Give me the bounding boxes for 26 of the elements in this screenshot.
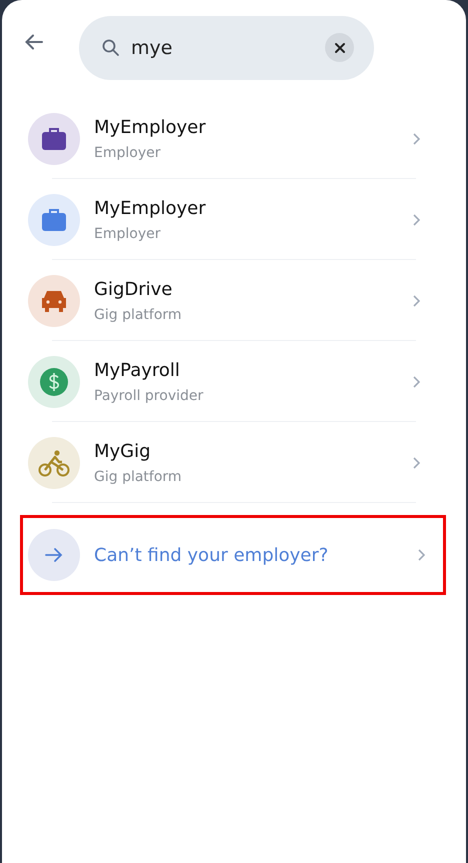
search-field[interactable]: mye: [79, 16, 374, 80]
result-row[interactable]: MyPayroll Payroll provider: [28, 341, 466, 422]
employer-type: Payroll provider: [94, 388, 204, 404]
cant-find-row[interactable]: Can’t find your employer?: [20, 515, 446, 595]
result-row[interactable]: GigDrive Gig platform: [28, 260, 466, 341]
result-row[interactable]: MyEmployer Employer: [28, 179, 466, 260]
employer-type: Employer: [94, 226, 162, 242]
close-icon: [334, 42, 346, 54]
chevron-icon: [412, 132, 422, 146]
result-row[interactable]: MyGig Gig platform: [28, 422, 466, 503]
employer-type: Gig platform: [94, 468, 183, 484]
result-row[interactable]: MyEmployer Employer: [28, 98, 466, 179]
chevron-icon: [417, 548, 427, 562]
employer-name: MyEmployer: [94, 198, 207, 218]
chevron-icon: [412, 374, 422, 388]
cant-find-link[interactable]: Can’t find your employer?: [94, 544, 417, 566]
search-icon: [101, 38, 121, 58]
chevron-icon: [412, 294, 422, 308]
employer-name: MyPayroll: [94, 360, 181, 380]
employer-name: GigDrive: [94, 278, 174, 300]
employer-type: Gig platform: [94, 306, 183, 322]
chevron-icon: [412, 212, 422, 226]
chevron-icon: [412, 456, 422, 470]
employer-type: Employer: [94, 144, 162, 160]
employer-name: MyEmployer: [94, 116, 207, 138]
employer-name: MyGig: [94, 440, 152, 462]
